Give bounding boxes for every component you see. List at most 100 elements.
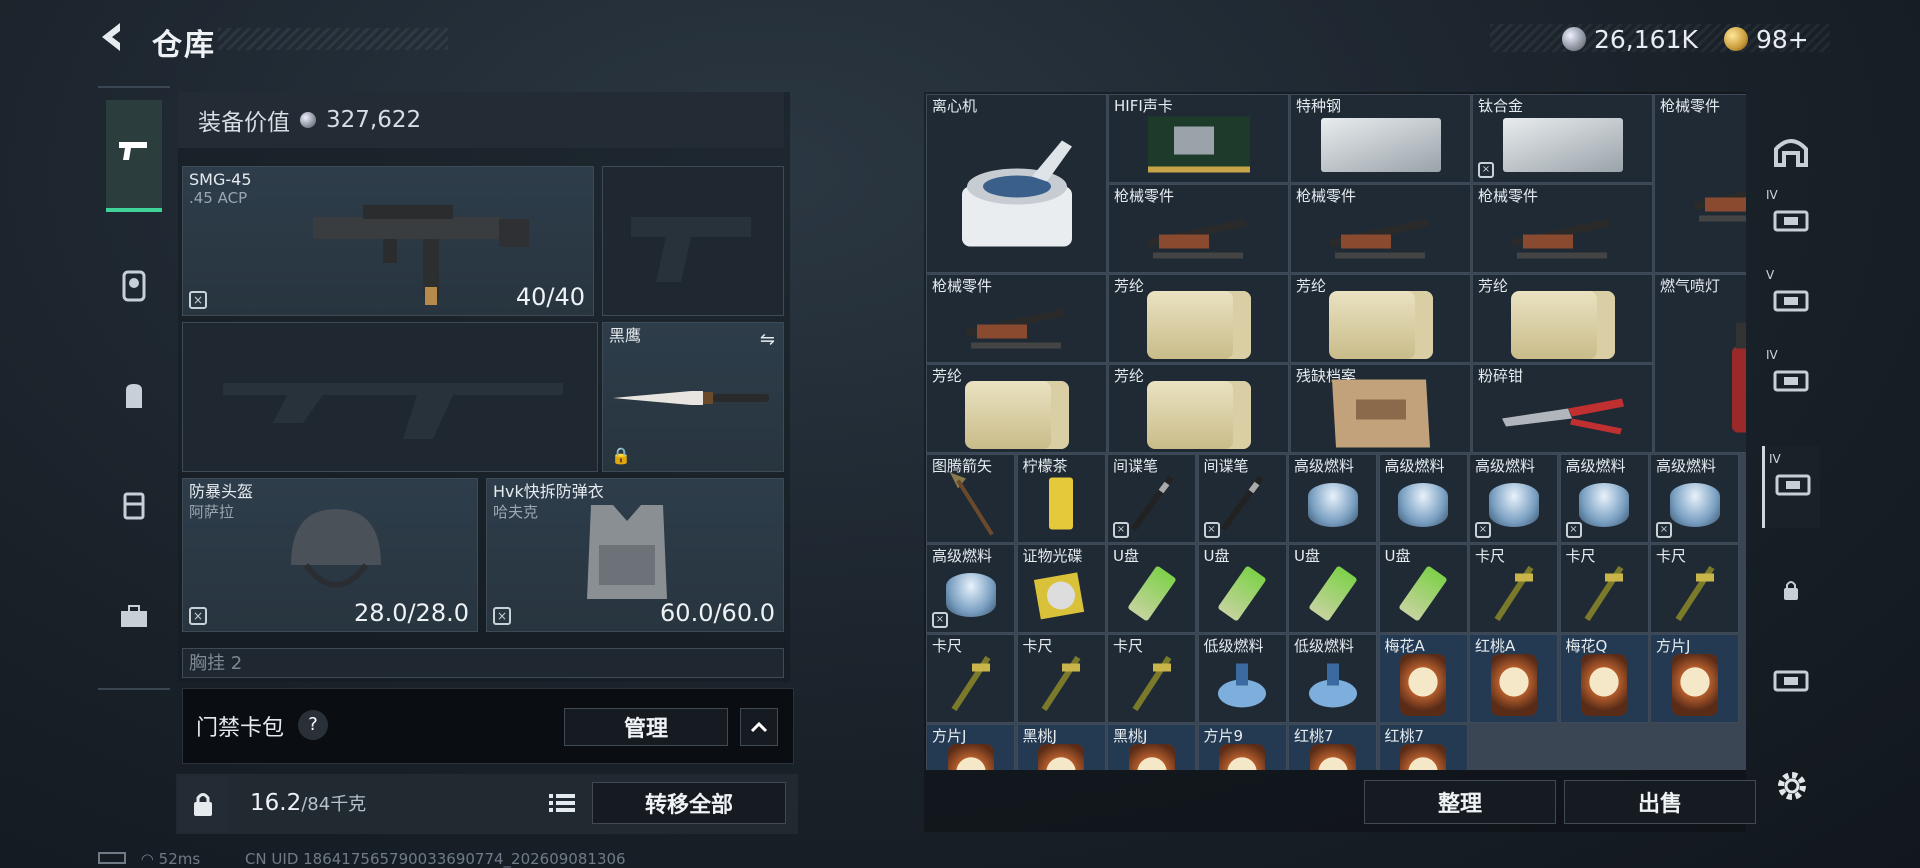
storage-item[interactable]: U盘	[1197, 544, 1287, 633]
storage-item[interactable]: 芳纶	[1108, 274, 1289, 363]
storage-item[interactable]: 卡尺	[1107, 634, 1196, 723]
storage-item[interactable]: 梅花Q	[1559, 634, 1649, 723]
pen-icon	[1217, 474, 1267, 537]
storage-item[interactable]: 枪械零件	[1290, 184, 1471, 273]
storage-item[interactable]: 高级燃料 ×	[1559, 454, 1649, 543]
storage-tab-7[interactable]	[1762, 642, 1820, 724]
primary-weapon-slot[interactable]: SMG-45 .45 ACP × 40/40	[182, 166, 594, 316]
settings-button[interactable]	[1774, 768, 1810, 813]
storage-item[interactable]: 间谍笔 ×	[1107, 454, 1196, 543]
storage-item[interactable]: 特种钢	[1290, 94, 1471, 183]
storage-item[interactable]: 残缺档案	[1290, 364, 1471, 453]
storage-item[interactable]: 间谍笔 ×	[1197, 454, 1287, 543]
weight-display: 16.2/84千克	[250, 790, 366, 816]
storage-item[interactable]: 卡尺	[1469, 544, 1558, 633]
storage-item[interactable]: 芳纶	[1472, 274, 1653, 363]
storage-item[interactable]: 钛合金 ×	[1472, 94, 1653, 183]
chest-rig-icon	[120, 490, 148, 529]
storage-item[interactable]: 芳纶	[1108, 364, 1289, 453]
storage-item[interactable]: 卡尺	[926, 634, 1015, 723]
rifle-slot[interactable]	[182, 322, 598, 472]
storage-item[interactable]: 高级燃料 ×	[1650, 454, 1739, 543]
storage-item[interactable]: 图腾箭矢	[926, 454, 1015, 543]
storage-item[interactable]: 高级燃料 ×	[1469, 454, 1558, 543]
transfer-all-button[interactable]: 转移全部	[592, 782, 786, 824]
storage-item[interactable]: 芳纶	[1290, 274, 1471, 363]
lock-button[interactable]	[178, 776, 228, 832]
storage-item[interactable]: 梅花A	[1378, 634, 1468, 723]
storage-item[interactable]: 低级燃料	[1288, 634, 1377, 723]
storage-expansion-icon	[1772, 286, 1810, 320]
expand-button[interactable]	[740, 708, 778, 746]
storage-item[interactable]: 黑桃J	[1016, 724, 1106, 770]
storage-tab-4[interactable]: IV	[1762, 342, 1820, 424]
storage-item[interactable]: 红桃7	[1378, 724, 1468, 770]
sort-button[interactable]: 整理	[1364, 780, 1556, 824]
storage-tab-3[interactable]: V	[1762, 262, 1820, 344]
tab-backpack[interactable]	[106, 344, 162, 454]
sell-button[interactable]: 出售	[1564, 780, 1756, 824]
storage-tab-2[interactable]: IV	[1762, 182, 1820, 264]
storage-item[interactable]: 方片J	[926, 724, 1015, 770]
storage-tab-5[interactable]: IV	[1762, 446, 1820, 528]
secondary-weapon-slot[interactable]	[602, 166, 784, 316]
storage-item[interactable]: 枪械零件	[1654, 94, 1746, 273]
item-name: 低级燃料	[1203, 637, 1264, 655]
storage-item[interactable]: 低级燃料	[1197, 634, 1287, 723]
rifle-silhouette-icon	[223, 383, 563, 439]
storage-item[interactable]: 红桃7	[1288, 724, 1377, 770]
back-button[interactable]	[96, 20, 136, 60]
melee-slot[interactable]: 黑鹰 ⇋ 🔒	[602, 322, 784, 472]
tab-toolbox[interactable]	[106, 564, 162, 674]
storage-item[interactable]: 芳纶	[926, 364, 1107, 453]
swap-icon[interactable]: ⇋	[760, 329, 775, 350]
storage-item[interactable]: U盘	[1378, 544, 1468, 633]
storage-item[interactable]: 高级燃料	[1288, 454, 1377, 543]
list-icon	[549, 794, 575, 812]
storage-item[interactable]: 红桃A	[1469, 634, 1558, 723]
storage-item[interactable]: 方片J	[1650, 634, 1739, 723]
storage-item[interactable]: U盘	[1288, 544, 1377, 633]
storage-item[interactable]: 卡尺	[1016, 634, 1106, 723]
storage-item[interactable]: 粉碎钳	[1472, 364, 1653, 453]
item-name: 证物光碟	[1022, 547, 1083, 565]
roll-icon	[1146, 381, 1251, 450]
storage-item[interactable]: 燃气喷灯	[1654, 274, 1746, 453]
storage-item[interactable]: 证物光碟	[1016, 544, 1106, 633]
storage-tab-6[interactable]	[1762, 552, 1820, 634]
storage-item[interactable]: 卡尺	[1559, 544, 1649, 633]
gold-currency[interactable]: 98+	[1724, 22, 1809, 56]
help-icon[interactable]: ?	[298, 710, 328, 740]
armor-slot[interactable]: Hvk快拆防弹衣 哈夫克 × 60.0/60.0	[486, 478, 784, 632]
storage-item[interactable]: 高级燃料 ×	[926, 544, 1015, 633]
item-name: 红桃A	[1475, 637, 1516, 655]
tab-character[interactable]	[106, 234, 162, 344]
storage-item[interactable]: 高级燃料	[1378, 454, 1468, 543]
storage-item[interactable]: 黑桃J	[1107, 724, 1196, 770]
manage-button[interactable]: 管理	[564, 708, 728, 746]
tab-chest-rig[interactable]	[106, 454, 162, 564]
item-name: 黑桃J	[1113, 727, 1148, 745]
chest-rig-slot[interactable]: 胸挂 2	[182, 648, 784, 678]
caliper-icon	[1489, 564, 1539, 627]
silver-currency[interactable]: 26,161K	[1562, 22, 1698, 56]
storage-item[interactable]: HIFI声卡	[1108, 94, 1289, 183]
storage-item[interactable]: 枪械零件	[926, 274, 1107, 363]
helmet-brand: 阿萨拉	[189, 503, 235, 521]
character-icon	[120, 270, 148, 309]
storage-item[interactable]: 卡尺	[1650, 544, 1739, 633]
storage-item[interactable]: 柠檬茶	[1016, 454, 1106, 543]
storage-locked-icon	[1772, 666, 1810, 700]
tab-weapons[interactable]	[106, 100, 162, 212]
usb-icon	[1398, 565, 1448, 623]
list-view-button[interactable]	[544, 786, 580, 820]
storage-item[interactable]: 离心机	[926, 94, 1107, 273]
storage-item[interactable]: 枪械零件	[1472, 184, 1653, 273]
ping-value: 52ms	[158, 850, 201, 868]
item-name: 红桃7	[1294, 727, 1334, 745]
fuel-icon	[1305, 656, 1361, 715]
helmet-slot[interactable]: 防暴头盔 阿萨拉 × 28.0/28.0	[182, 478, 478, 632]
storage-item[interactable]: 枪械零件	[1108, 184, 1289, 273]
storage-item[interactable]: U盘	[1107, 544, 1196, 633]
storage-item[interactable]: 方片9	[1197, 724, 1287, 770]
